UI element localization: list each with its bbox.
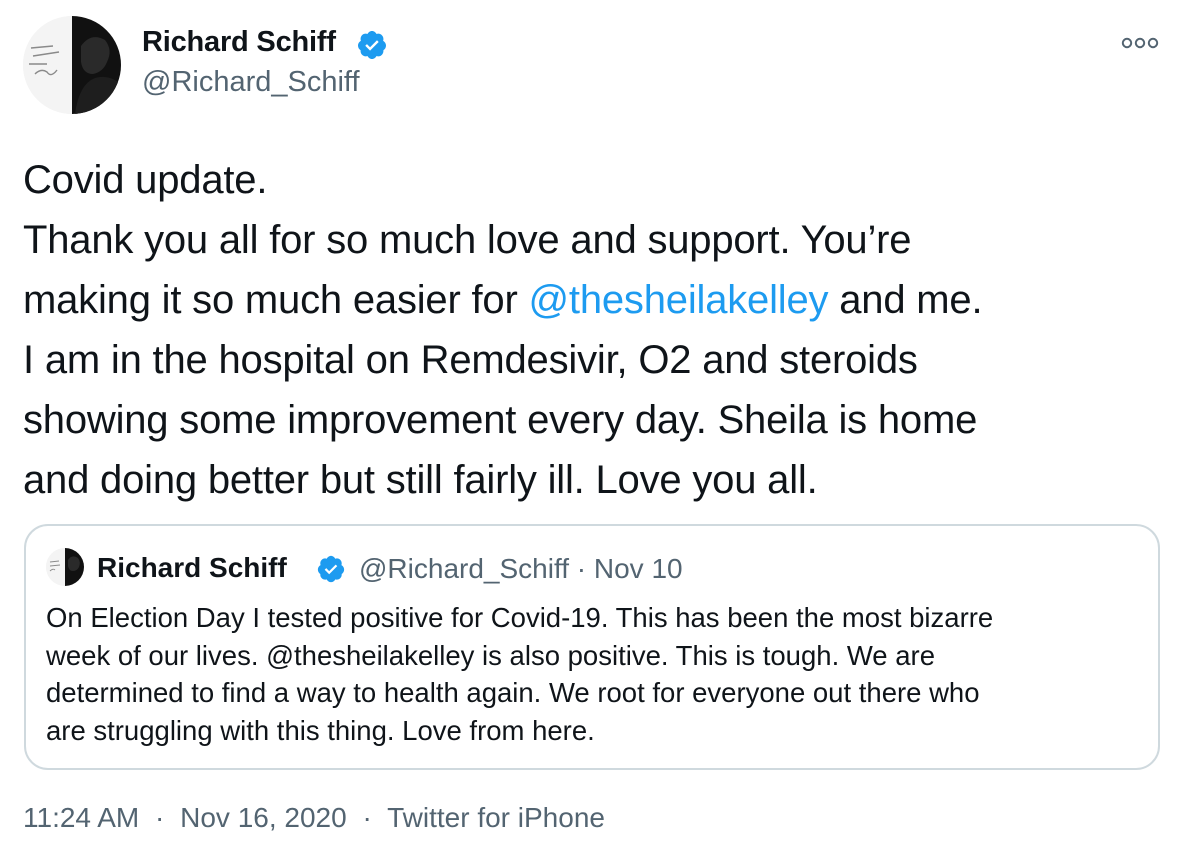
quoted-text-line: week of our lives. @thesheilakelley is a… <box>46 639 935 671</box>
verified-badge-icon <box>317 555 345 583</box>
mention-link[interactable]: @thesheilakelley <box>529 278 829 322</box>
tweet-time[interactable]: 11:24 AM <box>23 802 139 833</box>
quoted-author-name: Richard Schiff <box>97 552 287 583</box>
quoted-tweet-date: Nov 10 <box>593 553 683 584</box>
quoted-author-avatar <box>46 548 84 586</box>
author-name[interactable]: Richard Schiff <box>142 26 336 59</box>
tweet-text-line: I am in the hospital on Remdesivir, O2 a… <box>23 338 918 382</box>
tweet-source[interactable]: Twitter for iPhone <box>387 802 605 833</box>
tweet-text-line: Covid update. <box>23 158 268 202</box>
quoted-text-line: On Election Day I tested positive for Co… <box>46 602 994 633</box>
tweet-card: Richard Schiff @Richard_Schiff Covid upd… <box>0 0 1186 866</box>
tweet-text-line: making it so much easier for @thesheilak… <box>23 270 1143 330</box>
verified-badge-icon <box>358 31 386 59</box>
quoted-tweet-meta: @Richard_Schiff · Nov 10 <box>359 553 683 585</box>
author-avatar[interactable] <box>23 16 121 114</box>
tweet-text-line: Thank you all for so much love and suppo… <box>23 218 912 262</box>
quoted-author-handle: @Richard_Schiff <box>359 553 569 584</box>
tweet-text-segment: making it so much easier for <box>23 278 529 322</box>
quoted-text-line: are struggling with this thing. Love fro… <box>46 714 595 746</box>
more-options-button[interactable] <box>1117 30 1163 56</box>
tweet-text: Covid update. Thank you all for so much … <box>23 150 1143 510</box>
more-options-icon <box>1121 37 1159 49</box>
quoted-tweet[interactable]: Richard Schiff @Richard_Schiff · Nov 10 … <box>24 524 1160 770</box>
tweet-text-line: and doing better but still fairly ill. L… <box>23 458 818 502</box>
tweet-footer: 11:24 AM · Nov 16, 2020 · Twitter for iP… <box>23 802 605 834</box>
separator-dot: · <box>576 553 587 584</box>
separator-dot: · <box>362 802 372 833</box>
tweet-text-segment: and me. <box>828 278 983 322</box>
quoted-tweet-text: On Election Day I tested positive for Co… <box>46 599 1146 749</box>
separator-dot: · <box>155 802 165 833</box>
tweet-text-line: showing some improvement every day. Shei… <box>23 398 978 442</box>
quoted-text-line: determined to find a way to health again… <box>46 677 980 708</box>
tweet-date[interactable]: Nov 16, 2020 <box>180 802 347 833</box>
author-handle[interactable]: @Richard_Schiff <box>142 66 360 99</box>
